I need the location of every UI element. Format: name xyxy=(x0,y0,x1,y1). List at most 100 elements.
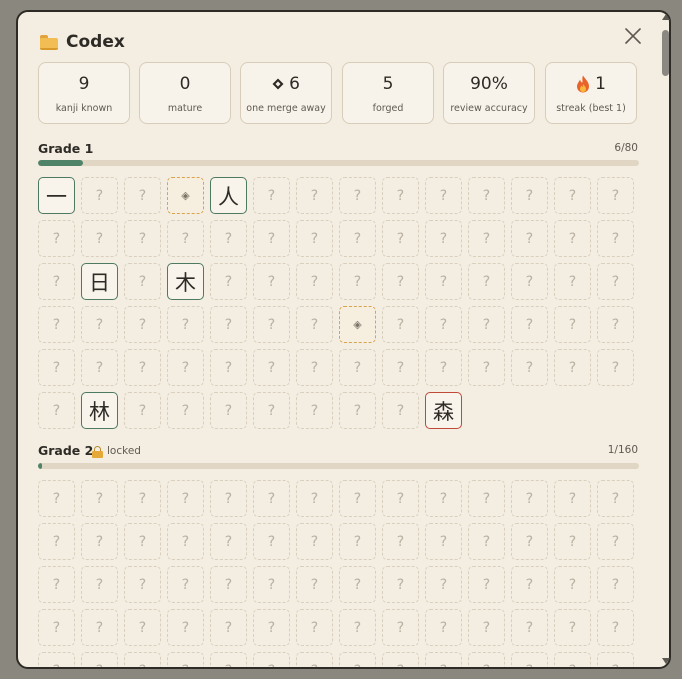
unknown-kanji-cell[interactable]: ? xyxy=(210,609,247,646)
unknown-kanji-cell[interactable]: ? xyxy=(339,392,376,429)
unknown-kanji-cell[interactable]: ? xyxy=(81,220,118,257)
unknown-kanji-cell[interactable]: ? xyxy=(253,523,290,560)
unknown-kanji-cell[interactable]: ? xyxy=(511,177,548,214)
unknown-kanji-cell[interactable]: ? xyxy=(554,263,591,300)
unknown-kanji-cell[interactable]: ? xyxy=(554,349,591,386)
unknown-kanji-cell[interactable]: ? xyxy=(511,523,548,560)
unknown-kanji-cell[interactable]: ? xyxy=(597,523,634,560)
unknown-kanji-cell[interactable]: ? xyxy=(554,523,591,560)
unknown-kanji-cell[interactable]: ? xyxy=(339,609,376,646)
unknown-kanji-cell[interactable]: ? xyxy=(511,349,548,386)
scroll-thumb[interactable] xyxy=(662,30,669,76)
known-kanji-cell[interactable]: 一 xyxy=(38,177,75,214)
one-merge-away-cell[interactable]: ◈ xyxy=(167,177,204,214)
unknown-kanji-cell[interactable]: ? xyxy=(382,263,419,300)
unknown-kanji-cell[interactable]: ? xyxy=(597,263,634,300)
unknown-kanji-cell[interactable]: ? xyxy=(81,523,118,560)
unknown-kanji-cell[interactable]: ? xyxy=(339,523,376,560)
unknown-kanji-cell[interactable]: ? xyxy=(296,349,333,386)
unknown-kanji-cell[interactable]: ? xyxy=(38,349,75,386)
unknown-kanji-cell[interactable]: ? xyxy=(124,392,161,429)
unknown-kanji-cell[interactable]: ? xyxy=(124,523,161,560)
unknown-kanji-cell[interactable]: ? xyxy=(425,177,462,214)
unknown-kanji-cell[interactable]: ? xyxy=(296,392,333,429)
unknown-kanji-cell[interactable]: ? xyxy=(296,263,333,300)
unknown-kanji-cell[interactable]: ? xyxy=(38,652,75,667)
unknown-kanji-cell[interactable]: ? xyxy=(425,220,462,257)
unknown-kanji-cell[interactable]: ? xyxy=(425,566,462,603)
unknown-kanji-cell[interactable]: ? xyxy=(296,566,333,603)
known-kanji-cell[interactable]: 林 xyxy=(81,392,118,429)
unknown-kanji-cell[interactable]: ? xyxy=(339,263,376,300)
unknown-kanji-cell[interactable]: ? xyxy=(296,652,333,667)
unknown-kanji-cell[interactable]: ? xyxy=(554,652,591,667)
unknown-kanji-cell[interactable]: ? xyxy=(597,177,634,214)
unknown-kanji-cell[interactable]: ? xyxy=(210,263,247,300)
close-button[interactable] xyxy=(622,25,644,47)
unknown-kanji-cell[interactable]: ? xyxy=(210,306,247,343)
unknown-kanji-cell[interactable]: ? xyxy=(38,480,75,517)
unknown-kanji-cell[interactable]: ? xyxy=(81,566,118,603)
unknown-kanji-cell[interactable]: ? xyxy=(124,480,161,517)
unknown-kanji-cell[interactable]: ? xyxy=(296,609,333,646)
unknown-kanji-cell[interactable]: ? xyxy=(511,263,548,300)
unknown-kanji-cell[interactable]: ? xyxy=(38,523,75,560)
unknown-kanji-cell[interactable]: ? xyxy=(124,177,161,214)
unknown-kanji-cell[interactable]: ? xyxy=(124,263,161,300)
unknown-kanji-cell[interactable]: ? xyxy=(468,566,505,603)
unknown-kanji-cell[interactable]: ? xyxy=(167,609,204,646)
unknown-kanji-cell[interactable]: ? xyxy=(253,480,290,517)
unknown-kanji-cell[interactable]: ? xyxy=(38,392,75,429)
unknown-kanji-cell[interactable]: ? xyxy=(339,177,376,214)
unknown-kanji-cell[interactable]: ? xyxy=(124,566,161,603)
unknown-kanji-cell[interactable]: ? xyxy=(554,220,591,257)
unknown-kanji-cell[interactable]: ? xyxy=(167,220,204,257)
unknown-kanji-cell[interactable]: ? xyxy=(339,566,376,603)
unknown-kanji-cell[interactable]: ? xyxy=(253,392,290,429)
unknown-kanji-cell[interactable]: ? xyxy=(38,306,75,343)
unknown-kanji-cell[interactable]: ? xyxy=(382,306,419,343)
unknown-kanji-cell[interactable]: ? xyxy=(382,177,419,214)
unknown-kanji-cell[interactable]: ? xyxy=(167,306,204,343)
unknown-kanji-cell[interactable]: ? xyxy=(124,609,161,646)
unknown-kanji-cell[interactable]: ? xyxy=(382,566,419,603)
unknown-kanji-cell[interactable]: ? xyxy=(296,523,333,560)
known-kanji-cell[interactable]: 人 xyxy=(210,177,247,214)
unknown-kanji-cell[interactable]: ? xyxy=(382,220,419,257)
unknown-kanji-cell[interactable]: ? xyxy=(554,480,591,517)
unknown-kanji-cell[interactable]: ? xyxy=(382,349,419,386)
unknown-kanji-cell[interactable]: ? xyxy=(425,349,462,386)
known-kanji-cell[interactable]: 日 xyxy=(81,263,118,300)
unknown-kanji-cell[interactable]: ? xyxy=(253,652,290,667)
unknown-kanji-cell[interactable]: ? xyxy=(511,480,548,517)
unknown-kanji-cell[interactable]: ? xyxy=(167,392,204,429)
unknown-kanji-cell[interactable]: ? xyxy=(81,349,118,386)
unknown-kanji-cell[interactable]: ? xyxy=(425,652,462,667)
unknown-kanji-cell[interactable]: ? xyxy=(124,349,161,386)
unknown-kanji-cell[interactable]: ? xyxy=(81,306,118,343)
unknown-kanji-cell[interactable]: ? xyxy=(296,220,333,257)
unknown-kanji-cell[interactable]: ? xyxy=(468,523,505,560)
unknown-kanji-cell[interactable]: ? xyxy=(554,306,591,343)
unknown-kanji-cell[interactable]: ? xyxy=(468,306,505,343)
unknown-kanji-cell[interactable]: ? xyxy=(554,609,591,646)
unknown-kanji-cell[interactable]: ? xyxy=(124,220,161,257)
unknown-kanji-cell[interactable]: ? xyxy=(554,566,591,603)
unknown-kanji-cell[interactable]: ? xyxy=(468,609,505,646)
known-kanji-cell[interactable]: 木 xyxy=(167,263,204,300)
unknown-kanji-cell[interactable]: ? xyxy=(597,652,634,667)
unknown-kanji-cell[interactable]: ? xyxy=(468,349,505,386)
unknown-kanji-cell[interactable]: ? xyxy=(296,306,333,343)
unknown-kanji-cell[interactable]: ? xyxy=(468,177,505,214)
unknown-kanji-cell[interactable]: ? xyxy=(253,306,290,343)
unknown-kanji-cell[interactable]: ? xyxy=(124,652,161,667)
unknown-kanji-cell[interactable]: ? xyxy=(38,566,75,603)
unknown-kanji-cell[interactable]: ? xyxy=(210,392,247,429)
unknown-kanji-cell[interactable]: ? xyxy=(167,480,204,517)
unknown-kanji-cell[interactable]: ? xyxy=(511,652,548,667)
unknown-kanji-cell[interactable]: ? xyxy=(38,263,75,300)
unknown-kanji-cell[interactable]: ? xyxy=(167,523,204,560)
unknown-kanji-cell[interactable]: ? xyxy=(296,480,333,517)
unknown-kanji-cell[interactable]: ? xyxy=(210,566,247,603)
unknown-kanji-cell[interactable]: ? xyxy=(382,523,419,560)
